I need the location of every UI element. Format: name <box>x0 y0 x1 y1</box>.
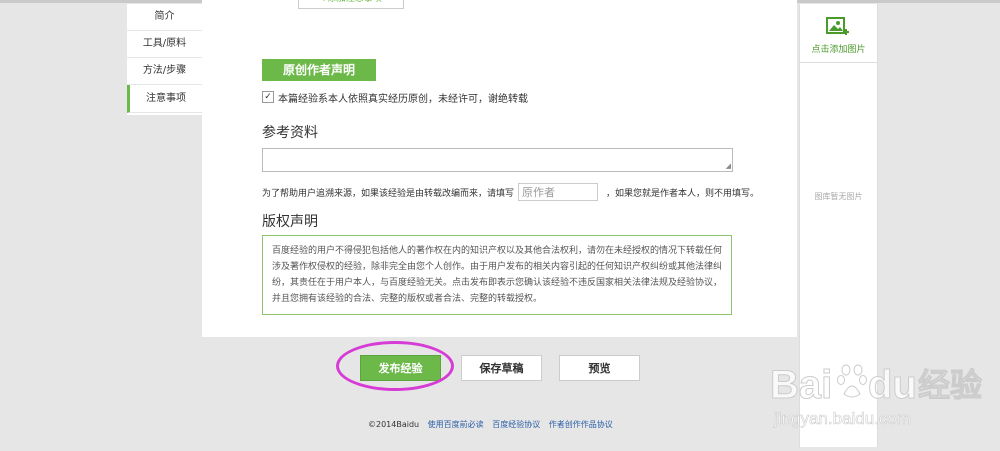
source-prefix-text: 为了帮助用户追溯来源，如果该经验是由转载改编而来，请填写 <box>262 188 515 199</box>
reference-textarea[interactable]: ◢ <box>262 148 733 172</box>
footer-copyright: ©2014Baidu <box>368 420 420 429</box>
preview-button[interactable]: 预览 <box>559 355 640 381</box>
reference-title: 参考资料 <box>262 125 318 141</box>
nav-item-tools[interactable]: 工具/原料 <box>127 31 202 58</box>
nav-item-notes[interactable]: 注意事项 <box>127 85 202 113</box>
original-author-input[interactable]: 原作者 <box>518 183 599 201</box>
add-image-label: 点击添加图片 <box>811 45 866 55</box>
footer-link-author-agreement[interactable]: 作者创作作品协议 <box>549 420 613 429</box>
empty-gallery-label: 图库暂无图片 <box>814 192 863 201</box>
copyright-line: 纷，其责任在于用户本人，与百度经验无关。点击发布即表示您确认该经验不违反国家相关… <box>272 278 723 288</box>
footer-link-terms[interactable]: 使用百度前必读 <box>428 420 484 429</box>
image-add-icon <box>826 17 849 35</box>
copyright-box: 百度经验的用户不得侵犯包括他人的著作权在内的知识产权以及其他合法权利，请勿在未经… <box>262 235 732 315</box>
add-notes-button[interactable]: +添加注意事项 <box>298 0 404 9</box>
watermark-cn: 经验 <box>918 366 982 404</box>
highlight-circle <box>336 341 454 391</box>
nav-item-steps[interactable]: 方法/步骤 <box>127 58 202 85</box>
source-suffix-text: ，如果您就是作者本人，则不用填写。 <box>606 188 760 199</box>
footer: ©2014Baidu 使用百度前必读 百度经验协议 作者创作作品协议 <box>368 419 613 430</box>
declaration-text: 本篇经验系本人依照真实经历原创，未经许可，谢绝转载 <box>278 93 528 105</box>
copyright-line: 并且您拥有该经验的合法、完整的版权或者合法、完整的转载授权。 <box>272 294 543 304</box>
save-draft-button[interactable]: 保存草稿 <box>461 355 542 381</box>
copyright-line: 涉及著作权侵权的经验，除非完全由您个人创作。由于用户发布的相关内容引起的任何知识… <box>272 262 723 272</box>
source-row: 为了帮助用户追溯来源，如果该经验是由转载改编而来，请填写 原作者 ，如果您就是作… <box>262 182 759 202</box>
add-image-button[interactable]: 点击添加图片 <box>800 4 877 63</box>
copyright-line: 百度经验的用户不得侵犯包括他人的著作权在内的知识产权以及其他合法权利，请勿在未经… <box>272 246 723 256</box>
resize-grip-icon[interactable]: ◢ <box>726 163 731 170</box>
original-checkbox[interactable]: ✓ <box>262 91 274 103</box>
original-declaration-header: 原创作者声明 <box>262 59 376 81</box>
editor-panel: +添加注意事项 原创作者声明 ✓ 本篇经验系本人依照真实经历原创，未经许可，谢绝… <box>202 0 797 337</box>
nav-item-intro[interactable]: 简介 <box>127 4 202 31</box>
declaration-row: ✓ 本篇经验系本人依照真实经历原创，未经许可，谢绝转载 <box>262 90 528 105</box>
image-panel: 点击添加图片 图库暂无图片 <box>799 4 878 447</box>
copyright-title: 版权声明 <box>262 214 318 230</box>
footer-link-agreement[interactable]: 百度经验协议 <box>492 420 540 429</box>
left-nav: 简介 工具/原料 方法/步骤 注意事项 <box>127 4 203 115</box>
